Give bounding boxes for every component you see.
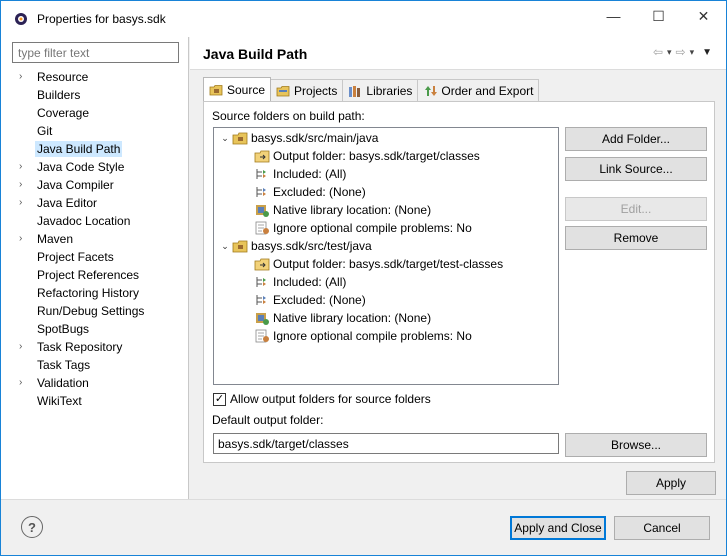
nav-item-javadoc-location[interactable]: Javadoc Location: [1, 212, 189, 230]
filter-input[interactable]: [12, 42, 179, 63]
edit-button[interactable]: Edit...: [565, 197, 707, 221]
native-library-icon: [256, 205, 269, 217]
right-pane: Java Build Path ⇦ ▾ ⇨ ▾ ▼ Source Project…: [190, 37, 726, 499]
nav-item-resource[interactable]: › Resource: [1, 68, 189, 86]
remove-button[interactable]: Remove: [565, 226, 707, 250]
expand-arrow-icon[interactable]: ›: [19, 230, 29, 248]
tree-child-included[interactable]: Included: (All): [254, 273, 346, 291]
excluded-icon: [256, 187, 266, 197]
output-folder-icon: [254, 258, 270, 271]
nav-item-java-editor[interactable]: › Java Editor: [1, 194, 189, 212]
source-tab-panel: Source folders on build path: ⌄ basys.sd…: [203, 101, 715, 463]
excluded-icon: [256, 295, 266, 305]
tree-child-included[interactable]: Included: (All): [254, 165, 346, 183]
source-folders-label: Source folders on build path:: [212, 109, 365, 123]
tree-child-excluded[interactable]: Excluded: (None): [254, 291, 366, 309]
link-source-button[interactable]: Link Source...: [565, 157, 707, 181]
help-icon[interactable]: ?: [21, 516, 43, 538]
collapse-arrow-icon[interactable]: ⌄: [218, 129, 232, 147]
tree-child-ignore-problems[interactable]: Ignore optional compile problems: No: [254, 219, 472, 237]
nav-item-spotbugs[interactable]: SpotBugs: [1, 320, 189, 338]
allow-output-folders-label: Allow output folders for source folders: [230, 392, 431, 406]
source-folders-tree[interactable]: ⌄ basys.sdk/src/main/java Output folder:…: [213, 127, 559, 385]
page-header: Java Build Path ⇦ ▾ ⇨ ▾ ▼: [190, 37, 726, 70]
tree-folder-main[interactable]: ⌄ basys.sdk/src/main/java: [218, 129, 378, 147]
dialog-button-bar: ? Apply and Close Cancel: [1, 499, 726, 555]
tree-child-output-folder[interactable]: Output folder: basys.sdk/target/classes: [254, 147, 480, 165]
page-title: Java Build Path: [203, 46, 308, 62]
expand-arrow-icon[interactable]: ›: [19, 176, 29, 194]
default-output-folder-input[interactable]: [213, 433, 559, 454]
expand-arrow-icon[interactable]: ›: [19, 194, 29, 212]
expand-arrow-icon[interactable]: ›: [19, 68, 29, 86]
tab-libraries[interactable]: Libraries: [342, 79, 419, 101]
browse-button[interactable]: Browse...: [565, 433, 707, 457]
expand-arrow-icon[interactable]: ›: [19, 338, 29, 356]
package-folder-icon: [232, 240, 248, 253]
allow-output-folders-checkbox[interactable]: ✓: [213, 392, 226, 406]
add-folder-button[interactable]: Add Folder...: [565, 127, 707, 151]
included-icon: [256, 169, 266, 179]
view-menu-icon[interactable]: ▼: [702, 47, 712, 58]
allow-output-folders-row[interactable]: ✓ Allow output folders for source folder…: [213, 392, 431, 406]
left-pane: ›Resource Builders Coverage Git Java Bui…: [1, 37, 189, 499]
close-button[interactable]: ✕: [681, 1, 726, 31]
output-folder-icon: [254, 150, 270, 163]
window-title: Properties for basys.sdk: [37, 12, 166, 26]
apply-button[interactable]: Apply: [626, 471, 716, 495]
tab-order-and-export[interactable]: Order and Export: [417, 79, 540, 101]
back-arrow-icon[interactable]: ⇦: [653, 45, 663, 59]
nav-item-run-debug-settings[interactable]: Run/Debug Settings: [1, 302, 189, 320]
native-library-icon: [256, 313, 269, 325]
nav-item-task-tags[interactable]: Task Tags: [1, 356, 189, 374]
property-page-list: › Resource Builders Coverage Git Java Bui…: [1, 68, 189, 410]
tab-projects[interactable]: Projects: [270, 79, 344, 101]
tree-child-native-library[interactable]: Native library location: (None): [254, 201, 431, 219]
nav-item-task-repository[interactable]: › Task Repository: [1, 338, 189, 356]
expand-arrow-icon[interactable]: ›: [19, 158, 29, 176]
nav-item-wikitext[interactable]: WikiText: [1, 392, 189, 410]
package-folder-icon: [232, 132, 248, 145]
projects-icon: [276, 85, 290, 96]
tab-source[interactable]: Source: [203, 77, 272, 101]
tree-child-excluded[interactable]: Excluded: (None): [254, 183, 366, 201]
nav-item-maven[interactable]: › Maven: [1, 230, 189, 248]
order-export-icon: [425, 85, 438, 96]
nav-item-java-build-path[interactable]: Java Build Path: [1, 140, 189, 158]
forward-dropdown-icon[interactable]: ▾: [690, 47, 695, 58]
minimize-button[interactable]: —: [591, 1, 636, 31]
included-icon: [256, 277, 266, 287]
nav-item-validation[interactable]: › Validation: [1, 374, 189, 392]
nav-item-git[interactable]: Git: [1, 122, 189, 140]
apply-and-close-button[interactable]: Apply and Close: [510, 516, 606, 540]
collapse-arrow-icon[interactable]: ⌄: [218, 237, 232, 255]
tree-child-ignore-problems[interactable]: Ignore optional compile problems: No: [254, 327, 472, 345]
cancel-button[interactable]: Cancel: [614, 516, 710, 540]
properties-dialog: Properties for basys.sdk — ☐ ✕ ›Resource…: [0, 0, 727, 556]
page-navigation: ⇦ ▾ ⇨ ▾ ▼: [653, 45, 712, 59]
source-folder-icon: [209, 84, 223, 95]
tree-child-native-library[interactable]: Native library location: (None): [254, 309, 431, 327]
nav-item-project-facets[interactable]: Project Facets: [1, 248, 189, 266]
nav-item-refactoring-history[interactable]: Refactoring History: [1, 284, 189, 302]
title-bar: Properties for basys.sdk — ☐ ✕: [1, 1, 726, 37]
ignore-problems-icon: [255, 221, 269, 235]
tree-child-output-folder[interactable]: Output folder: basys.sdk/target/test-cla…: [254, 255, 503, 273]
default-output-folder-label: Default output folder:: [212, 413, 324, 427]
eclipse-gear-icon: [15, 13, 27, 25]
tab-bar: Source Projects Libraries Order and Expo…: [203, 77, 540, 101]
nav-item-java-compiler[interactable]: › Java Compiler: [1, 176, 189, 194]
forward-arrow-icon[interactable]: ⇨: [676, 45, 686, 59]
tree-folder-test[interactable]: ⌄ basys.sdk/src/test/java: [218, 237, 372, 255]
expand-arrow-icon[interactable]: ›: [19, 374, 29, 392]
maximize-button[interactable]: ☐: [636, 1, 681, 31]
nav-item-builders[interactable]: Builders: [1, 86, 189, 104]
nav-item-java-code-style[interactable]: › Java Code Style: [1, 158, 189, 176]
nav-item-project-references[interactable]: Project References: [1, 266, 189, 284]
back-dropdown-icon[interactable]: ▾: [667, 47, 672, 58]
nav-item-coverage[interactable]: Coverage: [1, 104, 189, 122]
libraries-icon: [349, 85, 361, 97]
ignore-problems-icon: [255, 329, 269, 343]
